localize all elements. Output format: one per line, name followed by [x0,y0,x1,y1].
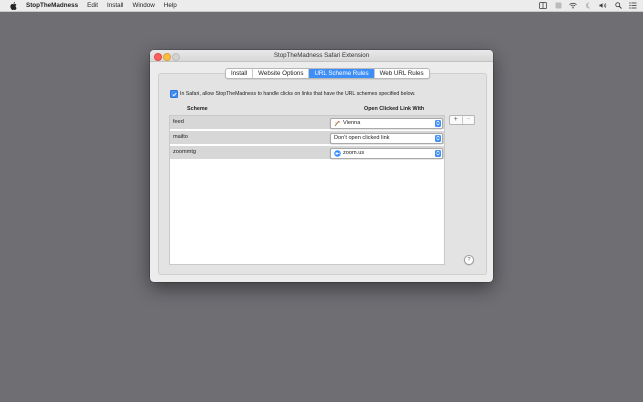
scheme-cell: feed [173,119,184,125]
table-row[interactable]: feed Vienna [170,116,444,131]
window-menu[interactable]: Window [132,2,154,9]
search-icon[interactable] [614,2,622,10]
table-row[interactable]: mailto Don't open clicked link [170,131,444,146]
help-menu[interactable]: Help [164,2,177,9]
tab-web-url-rules[interactable]: Web URL Rules [375,69,429,78]
tab-install[interactable]: Install [226,69,254,78]
open-with-value: zoom.us [343,150,365,156]
popup-stepper-icon [435,119,441,127]
open-with-value: Don't open clicked link [334,135,390,141]
vienna-app-icon [334,120,341,127]
open-with-popup[interactable]: Don't open clicked link [330,132,443,144]
status-area [539,0,637,11]
tab-url-scheme-rules[interactable]: URL Scheme Rules [309,69,375,78]
volume-icon[interactable] [599,2,607,10]
sidebar-icon[interactable] [539,2,547,10]
open-with-popup[interactable]: zoom.us [330,147,443,159]
apple-menu-icon[interactable] [9,1,17,10]
column-header-open-with: Open Clicked Link With [364,106,425,112]
popup-stepper-icon [435,149,441,157]
moon-icon[interactable] [584,2,592,10]
tab-bar: Install Website Options URL Scheme Rules… [225,68,430,79]
zoom-app-icon [334,149,341,157]
wifi-icon[interactable] [569,2,577,10]
popup-stepper-icon [435,134,441,142]
blank-icon[interactable] [554,2,562,10]
allow-url-schemes-checkbox[interactable] [170,90,178,98]
help-button[interactable]: ? [464,255,474,265]
open-with-value: Vienna [343,120,361,126]
menu-bar: StopTheMadness Edit Install Window Help [0,0,643,12]
column-header-scheme: Scheme [187,106,208,112]
open-with-popup[interactable]: Vienna [330,117,443,129]
app-menu[interactable]: StopTheMadness [26,2,78,9]
scheme-cell: mailto [173,134,188,140]
window-title: StopTheMadness Safari Extension [273,52,370,59]
remove-rule-button[interactable]: − [463,116,475,124]
add-rule-button[interactable]: + [450,116,463,124]
title-bar[interactable]: StopTheMadness Safari Extension [150,50,493,62]
install-menu[interactable]: Install [107,2,123,9]
edit-menu[interactable]: Edit [87,2,98,9]
table-row[interactable]: zoommtg zoom.us [170,146,444,161]
tab-website-options[interactable]: Website Options [253,69,310,78]
add-remove-control: + − [449,115,475,125]
list-icon[interactable] [629,2,637,10]
url-scheme-table[interactable]: feed Vienna mailto Don't open clicked li… [169,115,445,265]
checkmark-icon [171,92,177,96]
scheme-cell: zoommtg [173,149,197,155]
allow-url-schemes-row: In Safari, allow StopTheMadness to handl… [170,90,415,98]
allow-url-schemes-label[interactable]: In Safari, allow StopTheMadness to handl… [180,91,415,97]
